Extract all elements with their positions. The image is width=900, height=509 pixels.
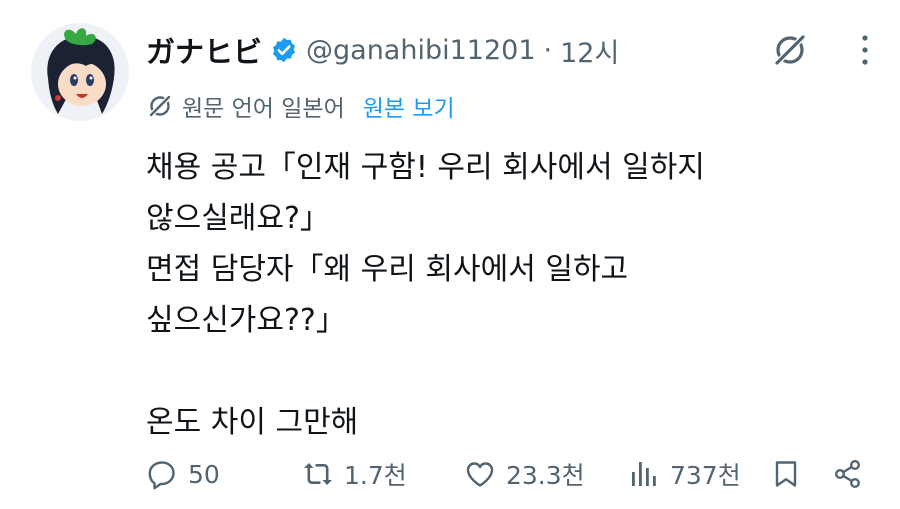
- post-line: 온도 차이 그만해: [146, 405, 359, 440]
- post-line: 채용 공고「인재 구함! 우리 회사에서 일하지: [146, 150, 705, 185]
- bookmark-button[interactable]: [770, 452, 802, 496]
- show-original-link[interactable]: 원본 보기: [363, 89, 455, 123]
- more-options-icon[interactable]: [860, 33, 870, 67]
- views-count: 737천: [670, 461, 741, 490]
- post-line: 않으실래요?」: [146, 201, 330, 236]
- views-chart-icon: [632, 462, 656, 486]
- meta-separator: ·: [543, 34, 553, 66]
- post-line: 면접 담당자「왜 우리 회사에서 일하고: [146, 252, 629, 287]
- author-display-name[interactable]: ガナヒビ: [146, 29, 262, 71]
- grok-icon[interactable]: [770, 30, 810, 70]
- avatar[interactable]: [30, 22, 130, 122]
- repost-count: 1.7천: [344, 461, 407, 490]
- verified-badge-icon: [273, 37, 295, 63]
- translation-notice: 원문 언어 일본어 원본 보기: [146, 86, 455, 126]
- post-top-actions: [770, 30, 870, 70]
- author-handle[interactable]: @ganahibi11201: [306, 35, 536, 66]
- repost-button[interactable]: 1.7천: [302, 452, 407, 496]
- translate-icon: [148, 94, 172, 118]
- reply-count: 50: [188, 459, 220, 489]
- post-timestamp[interactable]: 12시: [560, 31, 619, 70]
- reply-icon: [148, 461, 175, 490]
- translation-source-label: 원문 언어 일본어: [182, 96, 345, 122]
- post-line-blank: [146, 346, 866, 397]
- post-header: ガナヒビ @ganahibi11201 · 12시: [146, 28, 619, 72]
- post-body: 채용 공고「인재 구함! 우리 회사에서 일하지 않으실래요?」 면접 담당자「…: [146, 142, 866, 448]
- share-icon: [834, 460, 861, 489]
- bookmark-icon: [775, 461, 797, 487]
- views-button[interactable]: 737천: [628, 452, 741, 496]
- share-button[interactable]: [832, 452, 864, 496]
- like-button[interactable]: 23.3천: [464, 452, 585, 496]
- repost-icon: [304, 463, 332, 485]
- like-count: 23.3천: [506, 461, 585, 490]
- heart-icon: [466, 462, 494, 487]
- reply-button[interactable]: 50: [146, 452, 220, 496]
- action-bar: 50 1.7천 23.3천 737천: [146, 452, 866, 496]
- post-line: 싶으신가요??」: [146, 303, 346, 338]
